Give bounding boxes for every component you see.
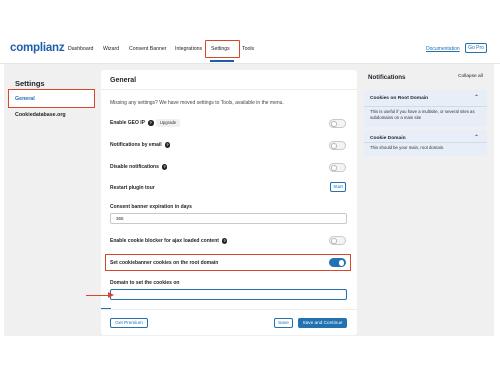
chevron-up-icon[interactable]: ⌃	[474, 94, 479, 101]
expiration-label: Consent banner expiration in days	[110, 204, 192, 210]
help-icon[interactable]: ?	[164, 142, 171, 148]
notification-cookie-domain: Cookie Domain ⌃ This should be your main…	[364, 130, 487, 156]
documentation-link[interactable]: Documentation	[426, 46, 460, 52]
card-title: General	[110, 77, 137, 84]
help-icon[interactable]: ?	[148, 120, 154, 126]
nav-dashboard[interactable]: Dashboard	[68, 46, 93, 52]
email-notifications-toggle[interactable]	[329, 141, 346, 150]
collapse-all-link[interactable]: Collapse all	[458, 74, 483, 79]
restart-tour-label: Restart plugin tour	[110, 185, 155, 191]
nav-tools[interactable]: Tools	[242, 46, 254, 52]
root-domain-label: Set cookiebanner cookies on the root dom…	[110, 260, 219, 266]
disable-notifications-label: Disable notifications?	[110, 164, 168, 171]
sidebar-title: Settings	[15, 79, 45, 88]
domain-field-label: Domain to set the cookies on	[110, 280, 180, 286]
start-tour-button[interactable]: Start	[330, 182, 346, 192]
root-domain-toggle[interactable]	[329, 258, 346, 267]
help-icon[interactable]: ?	[221, 238, 228, 244]
toggle-knob	[331, 143, 337, 149]
sidebar-item-general-label[interactable]: General	[15, 96, 35, 102]
settings-highlight-box	[205, 40, 240, 58]
notification-title[interactable]: Cookies on Root Domain	[370, 96, 428, 101]
upgrade-badge[interactable]: Upgrade	[156, 119, 180, 127]
sidebar-item-cookiedatabase[interactable]: Cookiedatabase.org	[15, 112, 66, 118]
toggle-knob	[338, 260, 344, 266]
cookie-blocker-toggle[interactable]	[329, 236, 346, 245]
notification-body: This should be your main, root domain.	[370, 145, 445, 150]
go-pro-button[interactable]: Go Pro	[465, 43, 487, 53]
notifications-title: Notifications	[368, 74, 406, 81]
save-button[interactable]: Save	[274, 318, 293, 328]
email-notifications-label: Notifications by email?	[110, 142, 171, 149]
top-navigation: complianz Dashboard Wizard Consent Banne…	[0, 36, 500, 64]
nav-consent-banner[interactable]: Consent Banner	[129, 46, 167, 52]
expiration-input[interactable]: 365	[110, 213, 347, 224]
toggle-knob	[331, 165, 337, 171]
active-tab-indicator	[210, 60, 234, 62]
annotation-arrow-head	[108, 292, 114, 298]
help-icon[interactable]: ?	[161, 164, 168, 170]
annotation-arrow	[86, 295, 110, 297]
toggle-knob	[331, 238, 337, 244]
settings-notice: Missing any settings? We have moved sett…	[110, 100, 284, 106]
disable-notifications-toggle[interactable]	[329, 163, 346, 172]
card-divider	[101, 89, 357, 90]
notification-title[interactable]: Cookie Domain	[370, 136, 406, 141]
notification-body: This is useful if you have a multisite, …	[370, 109, 475, 120]
complianz-logo: complianz	[10, 42, 65, 54]
nav-integrations[interactable]: Integrations	[175, 46, 202, 52]
geo-ip-label: Enable GEO IP?	[110, 120, 154, 127]
cookie-blocker-label: Enable cookie blocker for ajax loaded co…	[110, 238, 228, 245]
notification-divider	[364, 142, 487, 143]
domain-input[interactable]	[110, 289, 347, 300]
toggle-knob	[331, 121, 337, 127]
get-premium-button[interactable]: Get Premium	[110, 318, 148, 328]
chevron-up-icon[interactable]: ⌃	[474, 134, 479, 141]
card-footer-divider	[101, 309, 357, 310]
nav-wizard[interactable]: Wizard	[103, 46, 119, 52]
save-and-continue-button[interactable]: Save and Continue	[298, 318, 347, 328]
notification-divider	[364, 106, 487, 107]
geo-ip-toggle[interactable]	[329, 119, 346, 128]
notification-root-domain: Cookies on Root Domain ⌃ This is useful …	[364, 90, 487, 127]
page: complianz Dashboard Wizard Consent Banne…	[0, 0, 500, 375]
